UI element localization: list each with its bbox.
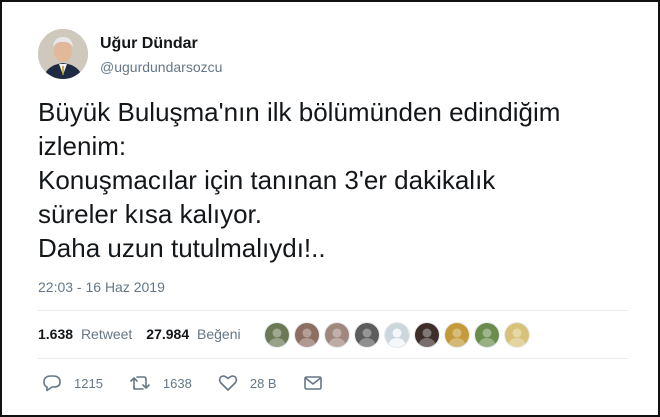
tweet-timestamp[interactable]: 22:03 - 16 Haz 2019 [38, 279, 165, 295]
liker-avatar[interactable] [474, 322, 500, 348]
retweet-count: 1638 [162, 375, 192, 391]
avatar-icon [295, 323, 319, 347]
tweet-text: Büyük Buluşma'nın ilk bölümünden edindiğ… [38, 95, 638, 265]
default-avatar-icon [385, 323, 409, 347]
tweet-line: izlenim: [38, 131, 127, 161]
tweet-line: süreler kısa kalıyor. [38, 199, 262, 229]
tweet-line: Daha uzun tutulmalıydı!.. [38, 233, 326, 263]
retweet-stat-label: Retweet [80, 326, 133, 342]
avatar-icon [325, 323, 349, 347]
like-stat-count: 27.984 [146, 326, 190, 342]
reply-count: 1215 [74, 375, 103, 391]
avatar-icon [415, 323, 439, 347]
envelope-icon [303, 376, 322, 390]
tweet-line: Konuşmacılar için tanınan 3'er dakikalık [38, 165, 496, 195]
retweet-button[interactable]: 1638 [129, 374, 192, 392]
divider [38, 310, 628, 311]
liker-avatar[interactable] [354, 322, 380, 348]
reply-icon [43, 375, 61, 392]
avatar-icon [355, 323, 379, 347]
liker-avatar[interactable] [294, 322, 320, 348]
avatar-icon [265, 323, 289, 347]
profile-photo-icon [38, 29, 88, 79]
liker-avatar[interactable] [414, 322, 440, 348]
user-handle[interactable]: @ugurdundarsozcu [100, 59, 222, 75]
liker-avatar[interactable] [504, 322, 530, 348]
heart-icon [218, 375, 238, 391]
liker-avatar[interactable] [444, 322, 470, 348]
retweet-stat[interactable]: 1.638 Retweet [38, 326, 132, 342]
action-bar: 1215 1638 28 B [42, 374, 361, 392]
engagement-stats: 1.638 Retweet 27.984 Beğeni [38, 326, 255, 342]
like-stat[interactable]: 27.984 Beğeni [146, 326, 240, 342]
retweet-stat-count: 1.638 [38, 326, 74, 342]
direct-message-button[interactable] [303, 375, 335, 391]
liker-avatar[interactable] [384, 322, 410, 348]
avatar-icon [505, 323, 529, 347]
like-count: 28 B [249, 375, 277, 391]
like-button[interactable]: 28 B [218, 374, 277, 392]
user-name[interactable]: Uğur Dündar [100, 35, 198, 53]
reply-button[interactable]: 1215 [42, 374, 103, 392]
avatar-icon [445, 323, 469, 347]
retweet-icon [130, 376, 150, 390]
like-stat-label: Beğeni [197, 326, 241, 342]
tweet-line: Büyük Buluşma'nın ilk bölümünden edindiğ… [38, 97, 561, 127]
avatar-icon [475, 323, 499, 347]
avatar[interactable] [38, 29, 88, 79]
liker-avatar[interactable] [264, 322, 290, 348]
divider [38, 358, 628, 359]
likers-avatars [264, 322, 534, 348]
tweet-card: Uğur Dündar @ugurdundarsozcu Büyük Buluş… [0, 0, 660, 417]
liker-avatar[interactable] [324, 322, 350, 348]
